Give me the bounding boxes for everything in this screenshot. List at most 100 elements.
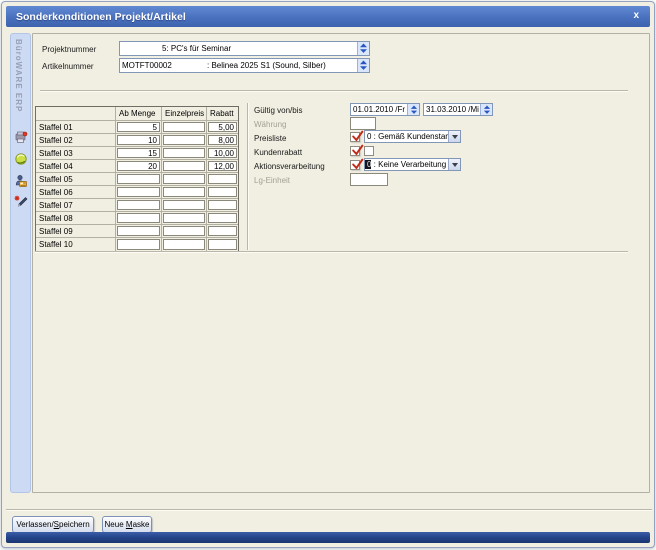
verlassen-speichern-button[interactable]: Verlassen/Speichern <box>12 516 94 533</box>
artikelnummer-code: MOTFT00002 <box>120 61 205 70</box>
aktionsverarbeitung-chevron-down-icon[interactable] <box>448 159 460 170</box>
rabatt-input[interactable]: 12,00 <box>208 161 237 171</box>
einzelpreis-input[interactable] <box>163 213 205 223</box>
aktionsverarbeitung-value: : Keine Verarbeitung <box>371 160 446 169</box>
table-row: Staffel 05 <box>36 173 238 186</box>
preisliste-chevron-down-icon[interactable] <box>448 131 460 142</box>
artikelnummer-spinner-icon[interactable] <box>357 59 369 72</box>
ab-menge-input[interactable] <box>117 226 160 236</box>
rabatt-input[interactable]: 8,00 <box>208 135 237 145</box>
content-panel <box>32 33 650 493</box>
lg-einheit-label: Lg-Einheit <box>254 176 290 185</box>
waehrung-input[interactable] <box>350 117 376 130</box>
gueltig-von-value: 01.01.2010 /Fr <box>351 105 405 114</box>
rabatt-input[interactable] <box>208 174 237 184</box>
sidebar: BüroWARE ERP <box>10 33 31 493</box>
user-card-icon[interactable] <box>14 174 28 188</box>
ab-menge-input[interactable] <box>117 239 160 250</box>
einzelpreis-input[interactable] <box>163 148 205 158</box>
window-title: Sonderkonditionen Projekt/Artikel <box>6 11 186 23</box>
color-sphere-icon[interactable] <box>14 152 28 166</box>
aktionsverarbeitung-label: Aktionsverarbeitung <box>254 162 325 171</box>
ab-menge-input[interactable] <box>117 213 160 223</box>
panel-divider <box>247 103 249 250</box>
rabatt-input[interactable]: 10,00 <box>208 148 237 158</box>
row-label: Staffel 06 <box>36 186 116 199</box>
aktionsverarbeitung-dropdown[interactable]: 0 : Keine Verarbeitung <box>364 158 461 171</box>
row-label: Staffel 07 <box>36 199 116 212</box>
ab-menge-input[interactable] <box>117 200 160 210</box>
rabatt-input[interactable] <box>208 239 237 250</box>
einzelpreis-input[interactable] <box>163 226 205 236</box>
pen-note-icon[interactable] <box>14 195 28 209</box>
projektnummer-spinner-icon[interactable] <box>357 42 369 55</box>
ab-menge-input[interactable]: 5 <box>117 122 160 132</box>
table-row: Staffel 08 <box>36 212 238 225</box>
projektnummer-field[interactable]: 5: PC's für Seminar <box>119 41 370 56</box>
table-bottom-divider <box>35 251 628 253</box>
einzelpreis-input[interactable] <box>163 174 205 184</box>
einzelpreis-input[interactable] <box>163 135 205 145</box>
einzelpreis-input[interactable] <box>163 200 205 210</box>
rabatt-input[interactable] <box>208 226 237 236</box>
section-divider <box>40 90 628 92</box>
gueltig-bis-spinner-icon[interactable] <box>480 104 492 115</box>
row-label: Staffel 04 <box>36 160 116 173</box>
ab-menge-input[interactable] <box>117 187 160 197</box>
button-mnemonic: M <box>126 520 133 529</box>
table-row: Staffel 01 5 5,00 <box>36 121 238 134</box>
einzelpreis-input[interactable] <box>163 239 205 250</box>
header-rabatt: Rabatt <box>207 107 238 121</box>
header-empty <box>36 107 116 121</box>
einzelpreis-input[interactable] <box>163 187 205 197</box>
table-row: Staffel 07 <box>36 199 238 212</box>
button-text: peichern <box>59 520 90 529</box>
kundenrabatt-active-checkbox[interactable] <box>350 146 360 156</box>
preisliste-label: Preisliste <box>254 134 286 143</box>
ab-menge-input[interactable] <box>117 174 160 184</box>
rabatt-input[interactable]: 5,00 <box>208 122 237 132</box>
waehrung-label: Währung <box>254 120 286 129</box>
table-header-row: Ab Menge Einzelpreis Rabatt <box>36 107 238 121</box>
rabatt-input[interactable] <box>208 200 237 210</box>
gueltig-von-field[interactable]: 01.01.2010 /Fr <box>350 103 420 116</box>
artikelnummer-field[interactable]: MOTFT00002 : Belinea 2025 S1 (Sound, Sil… <box>119 58 370 73</box>
projektnummer-value: 5: PC's für Seminar <box>120 44 231 53</box>
einzelpreis-input[interactable] <box>163 122 205 132</box>
artikelnummer-desc: : Belinea 2025 S1 (Sound, Silber) <box>205 61 326 70</box>
lg-einheit-input[interactable] <box>350 173 388 186</box>
gueltig-von-spinner-icon[interactable] <box>407 104 419 115</box>
close-icon[interactable]: x <box>633 9 639 23</box>
preisliste-dropdown[interactable]: 0 : Gemäß Kundenstamm <box>364 130 461 143</box>
window-bottom-frame <box>6 532 650 543</box>
preisliste-active-checkbox[interactable] <box>350 132 360 142</box>
staffel-table: Ab Menge Einzelpreis Rabatt Staffel 01 5… <box>35 106 239 252</box>
table-row: Staffel 04 20 12,00 <box>36 160 238 173</box>
row-label: Staffel 01 <box>36 121 116 134</box>
footer-divider <box>6 509 652 511</box>
row-label: Staffel 10 <box>36 238 116 251</box>
title-bar: Sonderkonditionen Projekt/Artikel x <box>6 6 650 27</box>
kundenrabatt-label: Kundenrabatt <box>254 148 302 157</box>
button-text: Neue <box>105 520 126 529</box>
ab-menge-input[interactable]: 15 <box>117 148 160 158</box>
rabatt-input[interactable] <box>208 213 237 223</box>
kundenrabatt-value-checkbox[interactable] <box>364 146 374 156</box>
aktionsverarbeitung-active-checkbox[interactable] <box>350 160 360 170</box>
row-label: Staffel 05 <box>36 173 116 186</box>
table-row: Staffel 02 10 8,00 <box>36 134 238 147</box>
neue-maske-button[interactable]: Neue Maske <box>102 516 152 533</box>
ab-menge-input[interactable]: 20 <box>117 161 160 171</box>
preisliste-value: 0 : Gemäß Kundenstamm <box>365 132 459 141</box>
row-label: Staffel 09 <box>36 225 116 238</box>
rabatt-input[interactable] <box>208 187 237 197</box>
button-text: aske <box>133 520 150 529</box>
gueltig-bis-field[interactable]: 31.03.2010 /Mi <box>423 103 493 116</box>
row-label: Staffel 03 <box>36 147 116 160</box>
einzelpreis-input[interactable] <box>163 161 205 171</box>
screen: Sonderkonditionen Projekt/Artikel x Büro… <box>0 0 656 550</box>
printer-icon[interactable] <box>14 130 28 144</box>
button-text: Verlassen/ <box>16 520 53 529</box>
table-row: Staffel 03 15 10,00 <box>36 147 238 160</box>
ab-menge-input[interactable]: 10 <box>117 135 160 145</box>
